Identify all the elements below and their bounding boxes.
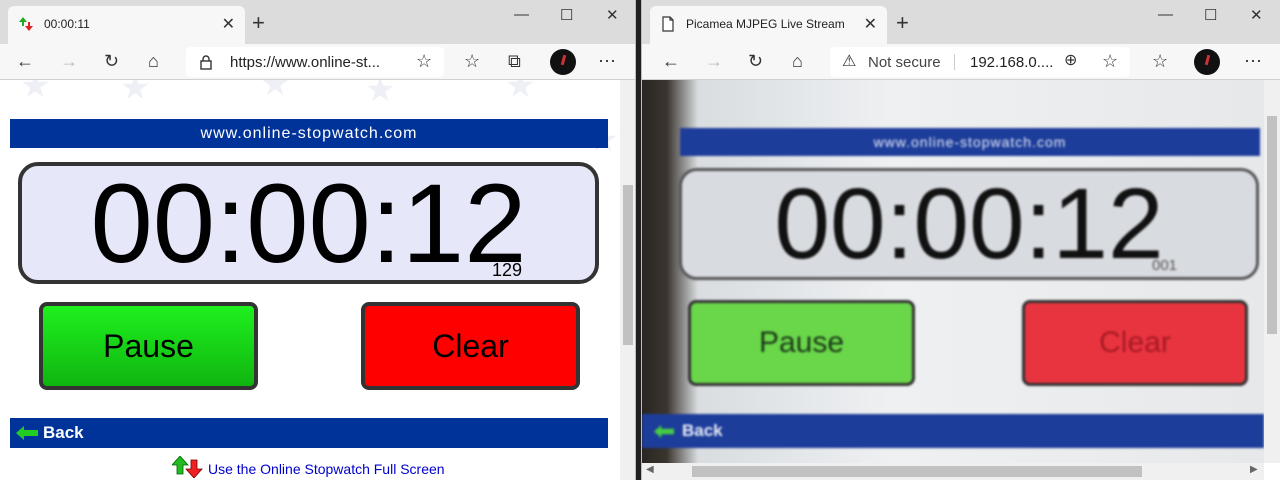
favorites-icon[interactable]: ☆ <box>1152 51 1168 71</box>
forward-arrow-icon[interactable]: → <box>60 51 78 71</box>
browser-toolbar: ← → ↻ ⌂ ⚠ Not secure 192.168.0.... ⊕ ☆ ☆… <box>642 44 1280 80</box>
tab-title: 00:00:11 <box>44 17 90 31</box>
favorite-star-icon[interactable]: ☆ <box>416 51 432 71</box>
maximize-icon[interactable]: ☐ <box>1204 6 1217 24</box>
tab-title: Picamea MJPEG Live Stream <box>686 17 845 31</box>
right-browser-window: Picamea MJPEG Live Stream ✕ + — ☐ ✕ ← → … <box>641 0 1280 480</box>
green-back-arrow-icon <box>16 426 38 440</box>
back-arrow-icon[interactable]: ← <box>662 51 680 71</box>
url-text: 192.168.0.... <box>970 54 1054 71</box>
page-icon <box>662 16 674 32</box>
fullscreen-link-label: Use the Online Stopwatch Full Screen <box>208 461 445 477</box>
stream-back-bar: Back <box>642 414 1264 448</box>
not-secure-label: Not secure <box>868 54 941 71</box>
camera-stream: www.online-stopwatch.com 00:00:12 001 Pa… <box>642 80 1264 463</box>
background-star-icon: ★ <box>260 80 291 103</box>
background-star-icon: ★ <box>365 80 396 109</box>
stopwatch-page: ★ ★ ★ ★ ★ ★ www.online-stopwatch.com 00:… <box>0 80 620 480</box>
scrollbar-thumb[interactable] <box>692 466 1142 477</box>
stopwatch-favicon-icon <box>19 17 33 31</box>
vertical-scrollbar[interactable] <box>620 80 635 480</box>
back-label: Back <box>43 423 84 442</box>
collections-icon[interactable]: ⧉ <box>508 51 521 71</box>
vertical-scrollbar[interactable] <box>1264 80 1280 463</box>
url-text: https://www.online-st... <box>230 54 381 71</box>
refresh-icon[interactable]: ↻ <box>104 51 119 71</box>
new-tab-icon[interactable]: + <box>252 10 265 36</box>
site-banner: www.online-stopwatch.com <box>10 119 608 148</box>
address-bar[interactable]: ⚠ Not secure 192.168.0.... ⊕ ☆ <box>830 47 1130 77</box>
scroll-right-icon[interactable]: ▶ <box>1250 464 1258 475</box>
zoom-icon[interactable]: ⊕ <box>1064 51 1077 71</box>
profile-avatar[interactable] <box>550 49 576 75</box>
scrollbar-thumb[interactable] <box>623 185 633 345</box>
more-menu-icon[interactable]: ⋯ <box>598 51 616 71</box>
close-window-icon[interactable]: ✕ <box>606 6 619 24</box>
tab-strip: 00:00:11 ✕ + — ☐ ✕ <box>0 0 635 44</box>
forward-arrow-icon[interactable]: → <box>705 51 723 71</box>
background-star-icon: ★ <box>505 80 536 105</box>
tab-strip: Picamea MJPEG Live Stream ✕ + — ☐ ✕ <box>642 0 1280 44</box>
milliseconds: 129 <box>492 260 523 280</box>
scrollbar-thumb[interactable] <box>1267 116 1277 334</box>
home-icon[interactable]: ⌂ <box>148 51 159 71</box>
scroll-left-icon[interactable]: ◀ <box>646 464 654 475</box>
close-tab-icon[interactable]: ✕ <box>864 14 877 34</box>
stream-site-banner: www.online-stopwatch.com <box>680 128 1260 156</box>
background-star-icon: ★ <box>120 80 151 107</box>
horizontal-scrollbar[interactable]: ◀ ▶ <box>642 463 1264 480</box>
stream-pause-button: Pause <box>688 300 915 386</box>
minimize-icon[interactable]: — <box>514 6 529 23</box>
clear-button[interactable]: Clear <box>361 302 580 390</box>
favorites-icon[interactable]: ☆ <box>464 51 480 71</box>
stream-back-label: Back <box>682 421 723 440</box>
pause-button[interactable]: Pause <box>39 302 258 390</box>
maximize-icon[interactable]: ☐ <box>560 6 573 24</box>
close-tab-icon[interactable]: ✕ <box>222 14 235 34</box>
stream-stopwatch-display: 00:00:12 001 <box>679 168 1259 280</box>
up-down-arrows-icon <box>172 456 203 478</box>
minimize-icon[interactable]: — <box>1158 6 1173 23</box>
address-bar[interactable]: https://www.online-st... ☆ <box>186 47 444 77</box>
tab-mjpeg-stream[interactable]: Picamea MJPEG Live Stream ✕ <box>650 6 887 44</box>
lock-icon <box>200 55 212 70</box>
browser-toolbar: ← → ↻ ⌂ https://www.online-st... ☆ ☆ ⧉ ⋯ <box>0 44 635 80</box>
stream-milliseconds: 001 <box>1152 257 1178 274</box>
stopwatch-display: 00:00:12 129 <box>18 162 599 284</box>
refresh-icon[interactable]: ↻ <box>748 51 763 71</box>
more-menu-icon[interactable]: ⋯ <box>1244 51 1262 71</box>
new-tab-icon[interactable]: + <box>896 10 909 36</box>
green-back-arrow-icon <box>654 425 674 438</box>
background-star-icon: ★ <box>20 80 51 105</box>
tab-stopwatch[interactable]: 00:00:11 ✕ <box>8 6 245 44</box>
stream-clear-button: Clear <box>1022 300 1248 386</box>
back-link[interactable]: Back <box>10 418 608 448</box>
profile-avatar[interactable] <box>1194 49 1220 75</box>
left-browser-window: 00:00:11 ✕ + — ☐ ✕ ← → ↻ ⌂ https://www.o… <box>0 0 636 480</box>
favorite-star-icon[interactable]: ☆ <box>1102 51 1118 71</box>
close-window-icon[interactable]: ✕ <box>1250 6 1263 24</box>
home-icon[interactable]: ⌂ <box>792 51 803 71</box>
back-arrow-icon[interactable]: ← <box>16 51 34 71</box>
warning-icon: ⚠ <box>842 53 857 70</box>
